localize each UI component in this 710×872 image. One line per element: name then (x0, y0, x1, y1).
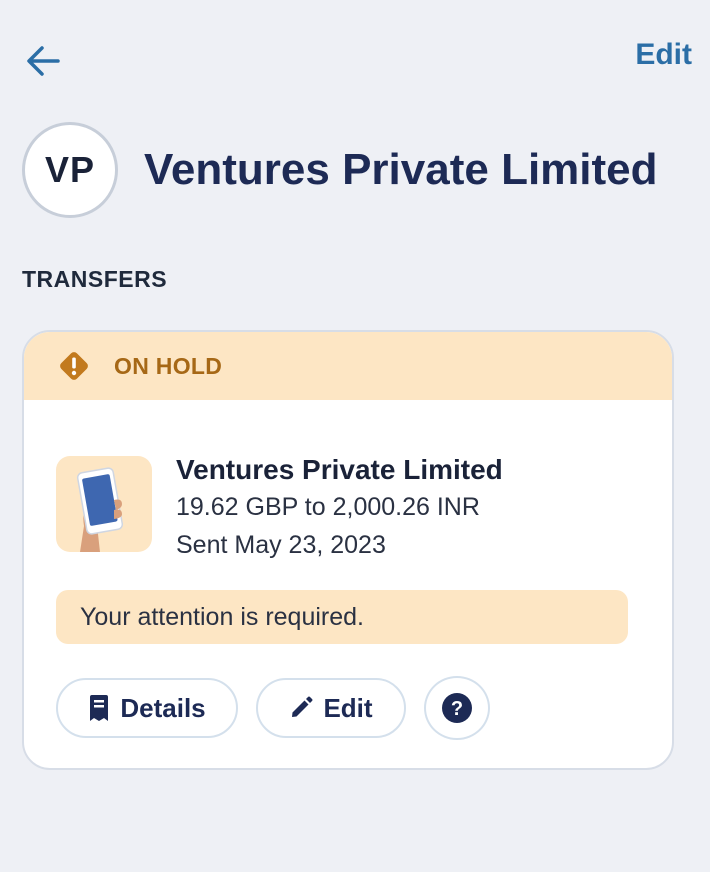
question-circle-icon: ? (442, 693, 472, 723)
status-label: ON HOLD (114, 352, 223, 379)
status-banner: ON HOLD (24, 332, 672, 400)
transfer-summary: Ventures Private Limited 19.62 GBP to 2,… (56, 454, 503, 564)
attention-banner: Your attention is required. (56, 590, 628, 644)
edit-button[interactable]: Edit (256, 678, 406, 738)
warning-diamond-icon (56, 348, 92, 384)
arrow-left-icon (27, 46, 60, 76)
details-label: Details (120, 692, 206, 723)
help-button[interactable]: ? (424, 676, 490, 740)
top-bar: Edit (0, 0, 710, 110)
phone-in-hand-icon (56, 456, 152, 552)
recipient-name: Ventures Private Limited (176, 454, 503, 485)
svg-text:?: ? (451, 698, 463, 720)
edit-link[interactable]: Edit (635, 38, 692, 72)
recipient-header: VP Ventures Private Limited (22, 122, 692, 218)
details-button[interactable]: Details (56, 678, 238, 738)
sent-date: Sent May 23, 2023 (176, 531, 386, 559)
pencil-icon (289, 696, 313, 720)
transfer-info: Ventures Private Limited 19.62 GBP to 2,… (176, 452, 503, 564)
back-button[interactable] (22, 40, 64, 82)
receipt-icon (88, 694, 110, 722)
transfer-amount: 19.62 GBP to 2,000.26 INR (176, 493, 480, 521)
edit-label: Edit (323, 692, 373, 723)
card-actions: Details Edit ? (56, 676, 508, 740)
transfer-card[interactable]: ON HOLD Ventures Private Limited 19.62 G… (22, 330, 674, 770)
page-title: Ventures Private Limited (144, 145, 658, 194)
avatar: VP (22, 122, 118, 218)
transfers-heading: TRANSFERS (22, 266, 168, 292)
